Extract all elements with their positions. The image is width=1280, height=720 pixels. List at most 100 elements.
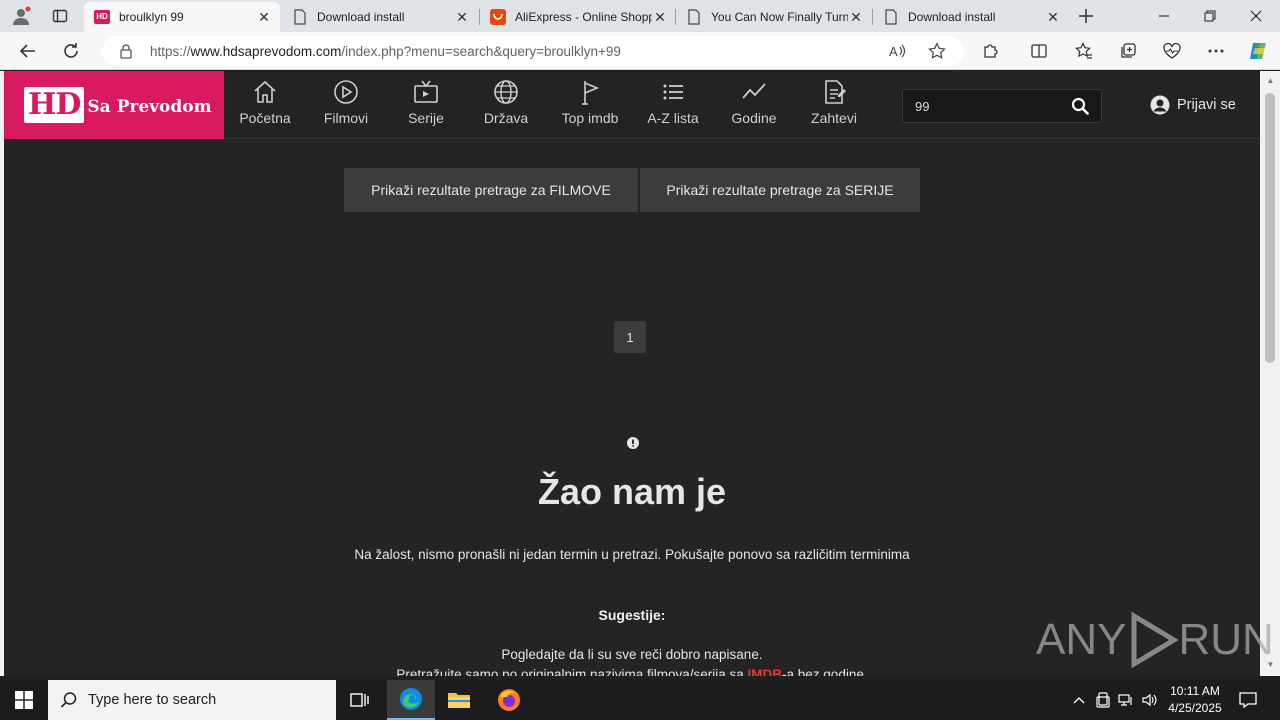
show-movies-results-button[interactable]: Prikaži rezultate pretrage za FILMOVE <box>344 168 638 212</box>
nav-item-drzava[interactable]: Država <box>466 79 546 131</box>
profile-avatar[interactable] <box>8 4 34 28</box>
start-button[interactable] <box>0 680 48 720</box>
notifications-icon[interactable] <box>1236 680 1260 720</box>
favorites-list-icon <box>1075 42 1092 59</box>
settings-menu-button[interactable] <box>1201 37 1231 65</box>
nav-item-godine[interactable]: Godine <box>714 79 794 131</box>
address-bar[interactable]: https://www.hdsaprevodom.com/index.php?m… <box>102 36 964 66</box>
suggestion-text: Pretražujte samo po originalnim nazivima… <box>396 667 748 676</box>
close-tab-icon[interactable]: ✕ <box>848 9 864 25</box>
taskbar-search[interactable]: Type here to search <box>48 680 336 720</box>
tab-download-install-2[interactable]: Download install ✕ <box>873 2 1069 32</box>
site-header: HD Sa Prevodom Početna Filmovi Serije Dr… <box>4 71 1260 139</box>
nav-label: Godine <box>731 110 777 126</box>
tray-device-icon[interactable] <box>1094 680 1112 720</box>
tab-aliexpress[interactable]: AliExpress - Online Shopp ✕ <box>480 2 676 32</box>
read-aloud-icon[interactable]: A <box>888 42 906 63</box>
nav-label: Serije <box>408 110 444 126</box>
taskbar-file-explorer[interactable] <box>435 680 483 720</box>
home-icon <box>254 80 276 103</box>
svg-text:A: A <box>889 44 898 59</box>
split-screen-button[interactable] <box>1024 37 1054 65</box>
trend-icon <box>742 83 766 99</box>
login-label: Prijavi se <box>1177 97 1236 113</box>
taskbar-firefox[interactable] <box>485 680 533 720</box>
volume-icon[interactable] <box>1141 680 1159 720</box>
nav-label: Početna <box>239 110 291 126</box>
refresh-icon <box>64 43 78 58</box>
site-logo[interactable]: HD Sa Prevodom <box>4 71 224 139</box>
close-window-button[interactable] <box>1233 0 1279 32</box>
search-button[interactable] <box>1063 90 1097 122</box>
refresh-button[interactable] <box>56 37 86 65</box>
copilot-icon <box>1250 43 1266 59</box>
taskbar-clock[interactable]: 10:11 AM 4/25/2025 <box>1160 683 1230 717</box>
new-tab-button[interactable] <box>1073 4 1099 28</box>
no-results-title: Žao nam je <box>537 471 727 512</box>
site-search <box>902 89 1102 123</box>
nav-item-serije[interactable]: Serije <box>386 79 466 131</box>
firefox-icon <box>498 689 520 711</box>
lock-icon[interactable] <box>118 43 134 59</box>
site-body: HD Sa Prevodom Početna Filmovi Serije Dr… <box>4 71 1260 676</box>
close-tab-icon[interactable]: ✕ <box>1045 9 1061 25</box>
nav-item-filmovi[interactable]: Filmovi <box>306 79 386 131</box>
close-tab-icon[interactable]: ✕ <box>256 9 272 25</box>
restore-button[interactable] <box>1187 0 1233 32</box>
task-view-button[interactable] <box>336 680 384 720</box>
imdb-link[interactable]: IMDB <box>748 667 783 676</box>
back-button[interactable] <box>13 37 43 65</box>
tab-broulklyn[interactable]: HD broulklyn 99 ✕ <box>84 2 280 32</box>
task-view-icon <box>350 693 369 707</box>
url-prefix: https:// <box>150 43 191 59</box>
split-screen-icon <box>1031 44 1047 58</box>
hd-site-favicon: HD <box>94 9 110 25</box>
tray-overflow-icon[interactable] <box>1070 680 1088 720</box>
tab-you-can-now[interactable]: You Can Now Finally Turn ✕ <box>676 2 872 32</box>
no-results-message: Na žalost, nismo pronašli ni jedan termi… <box>354 547 910 562</box>
tab-title: Download install <box>317 10 405 24</box>
page-scrollbar[interactable]: ▲ ▼ <box>1261 71 1280 676</box>
flag-icon <box>582 81 600 105</box>
logo-text: Sa Prevodom <box>87 97 212 117</box>
scroll-up-icon[interactable]: ▲ <box>1265 75 1276 85</box>
browser-essentials-button[interactable] <box>1157 37 1187 65</box>
edge-icon <box>400 688 422 710</box>
browser-tab-strip: HD broulklyn 99 ✕ Download install ✕ Ali… <box>0 0 1280 32</box>
clock-date: 4/25/2025 <box>1168 701 1222 715</box>
network-icon[interactable] <box>1117 680 1135 720</box>
play-icon <box>334 80 358 104</box>
nav-label: Zahtevi <box>811 110 857 126</box>
folder-icon <box>448 693 470 708</box>
scroll-thumb[interactable] <box>1265 93 1275 363</box>
browser-toolbar: https://www.hdsaprevodom.com/index.php?m… <box>0 32 1280 70</box>
copilot-button[interactable] <box>1243 37 1273 65</box>
favorites-button[interactable] <box>1069 37 1099 65</box>
search-input[interactable] <box>903 98 1063 114</box>
nav-label: Filmovi <box>323 110 369 126</box>
pagination-page[interactable]: 1 <box>614 321 646 353</box>
favicon-text: HD <box>94 10 110 24</box>
tab-download-install-1[interactable]: Download install ✕ <box>282 2 478 32</box>
login-link[interactable]: Prijavi se <box>1150 95 1236 115</box>
collections-button[interactable] <box>1113 37 1143 65</box>
user-icon <box>1150 95 1170 115</box>
close-tab-icon[interactable]: ✕ <box>454 9 470 25</box>
extensions-button[interactable] <box>976 37 1006 65</box>
nav-item-pocetna[interactable]: Početna <box>225 79 305 131</box>
minimize-icon <box>1159 15 1169 17</box>
clock-time: 10:11 AM <box>1170 684 1220 698</box>
tab-title: broulklyn 99 <box>119 10 184 24</box>
nav-item-az-lista[interactable]: A-Z lista <box>633 79 713 131</box>
taskbar-edge[interactable] <box>387 680 435 720</box>
show-series-results-button[interactable]: Prikaži rezultate pretrage za SERIJE <box>640 168 920 212</box>
favorite-star-icon[interactable] <box>928 42 946 63</box>
more-dots-icon <box>1208 49 1224 53</box>
nav-item-zahtevi[interactable]: Zahtevi <box>794 79 874 131</box>
tab-actions-button[interactable] <box>47 4 73 28</box>
nav-item-top-imdb[interactable]: Top imdb <box>550 79 630 131</box>
close-tab-icon[interactable]: ✕ <box>652 9 668 25</box>
nav-label: Top imdb <box>561 110 619 126</box>
minimize-button[interactable] <box>1141 0 1187 32</box>
tab-actions-icon <box>52 9 68 23</box>
